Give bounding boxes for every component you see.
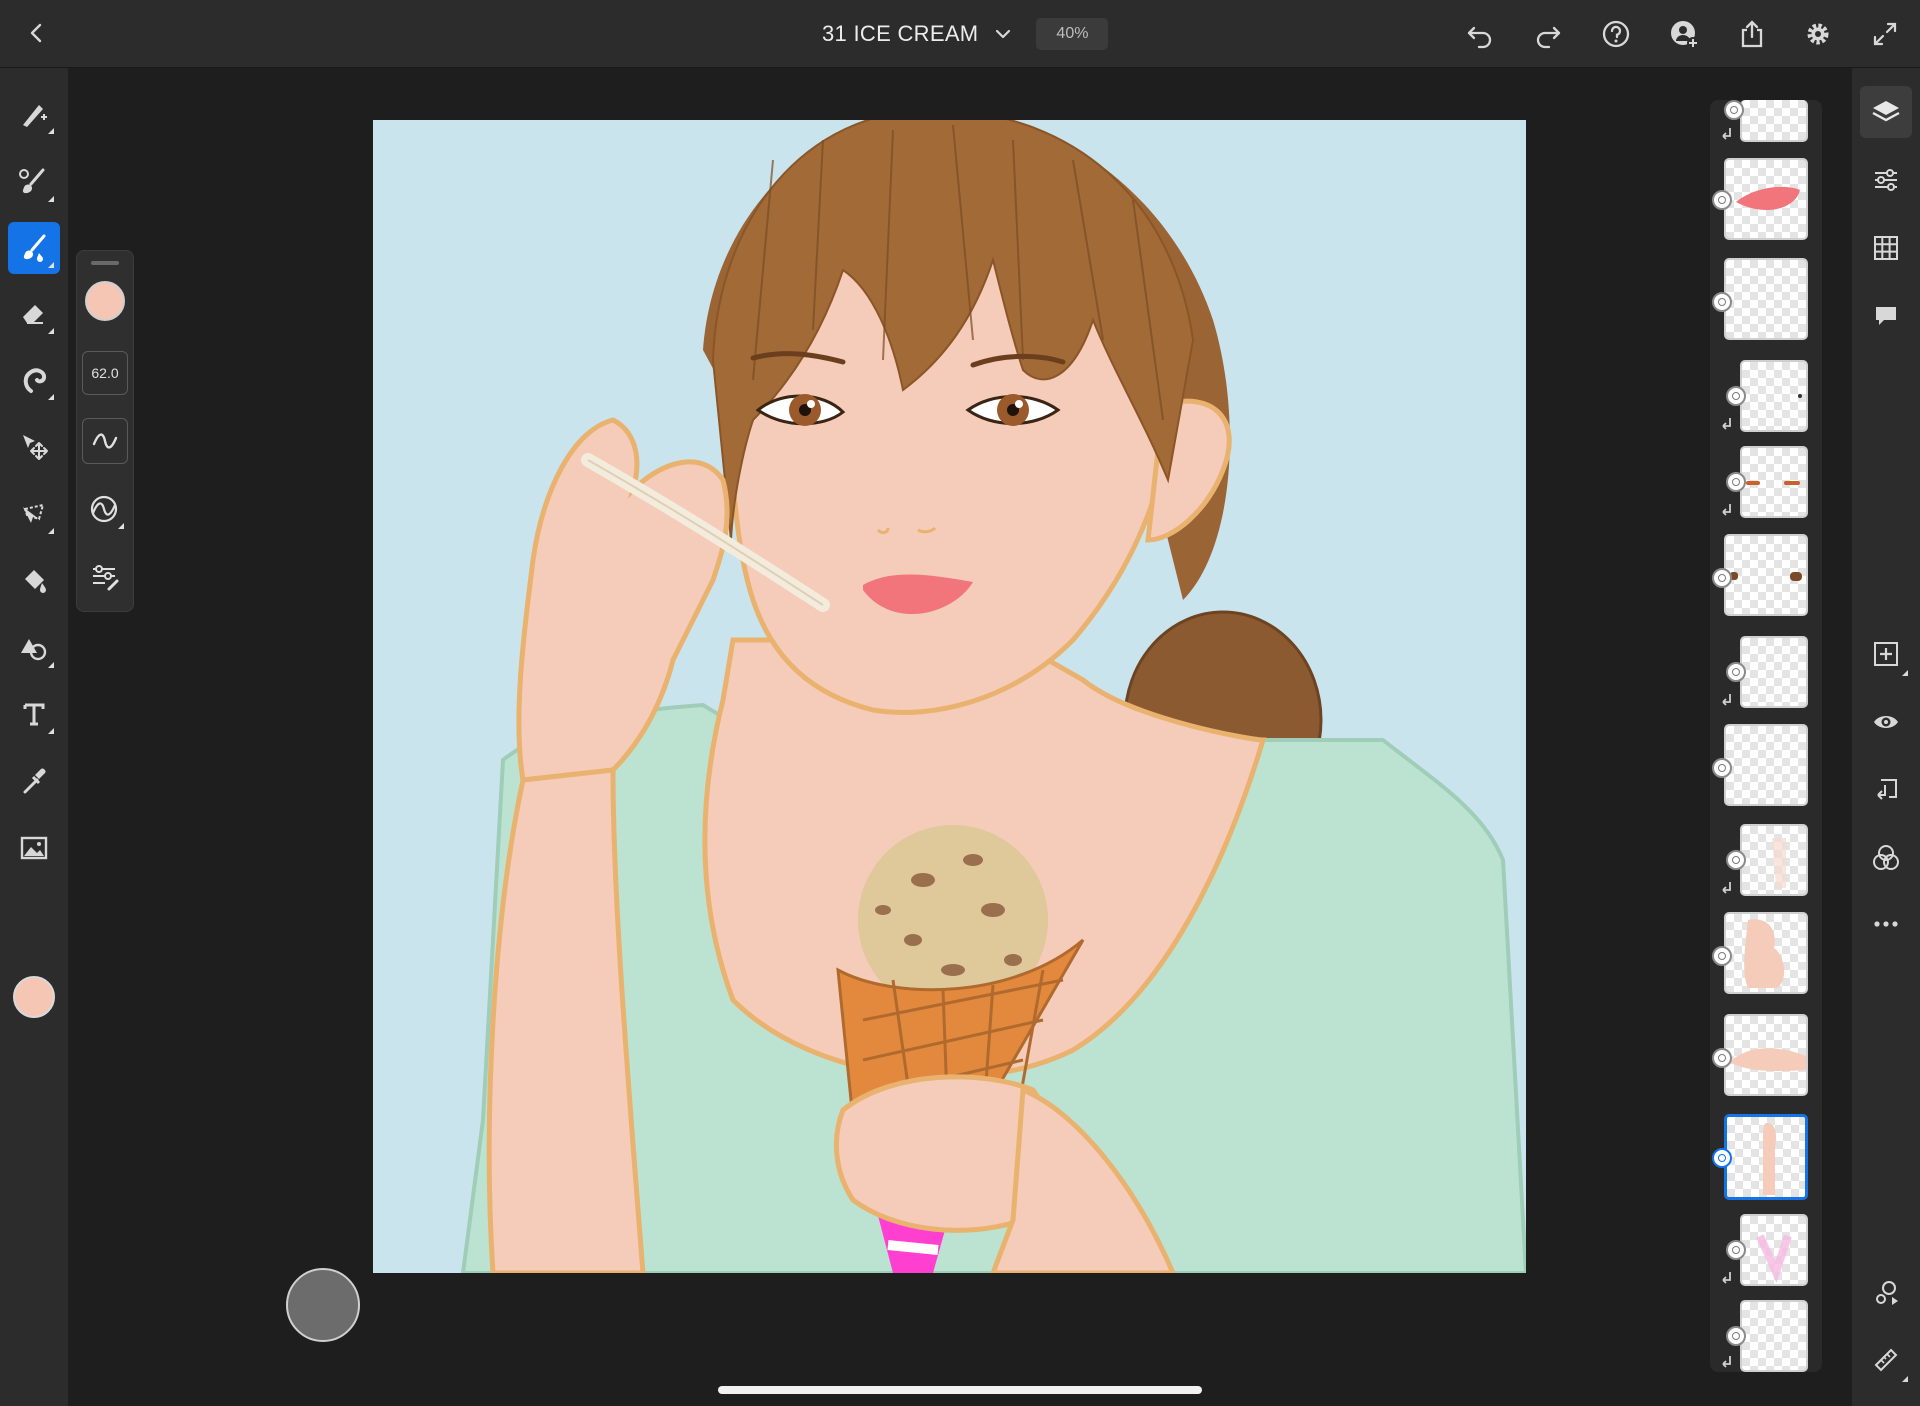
layer-thumbnail[interactable] (1724, 1014, 1808, 1096)
back-chevron-icon[interactable] (22, 18, 52, 48)
pixel-brush-icon[interactable] (8, 156, 60, 208)
layer-visibility-icon[interactable] (1712, 758, 1732, 778)
layer-thumbnail[interactable] (1740, 100, 1808, 142)
eraser-icon[interactable] (8, 288, 60, 340)
merge-down-icon[interactable] (1860, 764, 1912, 816)
brush-smoothing-icon[interactable] (82, 418, 128, 464)
clipping-mask-icon (1722, 694, 1731, 706)
live-brush-icon[interactable] (8, 222, 60, 274)
eyedropper-icon[interactable] (8, 756, 60, 808)
layer-thumbnail[interactable] (1740, 446, 1808, 518)
layer-thumbnail[interactable] (1740, 1300, 1808, 1372)
layer-thumbnail[interactable] (1740, 636, 1808, 708)
layer-thumbnail[interactable] (1740, 360, 1808, 432)
layer-visibility-icon[interactable] (1726, 1240, 1746, 1260)
invite-user-icon[interactable] (1667, 17, 1701, 51)
brush-settings-sliders-icon[interactable] (82, 554, 126, 598)
document-title-area: 31 ICE CREAM 40% (822, 14, 1109, 54)
layer-thumbnail[interactable] (1724, 724, 1808, 806)
layer-visibility-icon[interactable] (1726, 662, 1746, 682)
layer-thumbnail[interactable] (1740, 824, 1808, 896)
layer-visibility-icon[interactable] (1712, 190, 1732, 210)
layer-thumbnail[interactable] (1724, 258, 1808, 340)
ruler-icon[interactable] (1860, 1334, 1912, 1386)
document-title[interactable]: 31 ICE CREAM (822, 21, 978, 47)
brush-size-field[interactable]: 62.0 (82, 351, 128, 395)
undo-icon[interactable] (1463, 17, 1497, 51)
brush-color-swatch[interactable] (85, 281, 125, 321)
left-toolbar (0, 68, 68, 1406)
fullscreen-icon[interactable] (1868, 17, 1902, 51)
redo-icon[interactable] (1531, 17, 1565, 51)
move-icon[interactable] (8, 420, 60, 472)
smudge-icon[interactable] (8, 354, 60, 406)
zoom-level[interactable]: 40% (1036, 18, 1109, 50)
chevron-down-icon[interactable] (992, 23, 1014, 45)
comments-icon[interactable] (1860, 290, 1912, 342)
layers-icon[interactable] (1860, 86, 1912, 138)
top-bar: 31 ICE CREAM 40% (0, 0, 1920, 68)
fill-icon[interactable] (8, 554, 60, 606)
lasso-icon[interactable] (8, 488, 60, 540)
layer-thumbnail[interactable] (1724, 912, 1808, 994)
clipping-mask-icon (1722, 1356, 1731, 1368)
layer-visibility-icon[interactable] (1712, 1048, 1732, 1068)
clipping-mask-icon (1722, 504, 1731, 516)
share-icon[interactable] (1735, 17, 1769, 51)
blend-modes-icon[interactable] (1860, 832, 1912, 884)
grid-icon[interactable] (1860, 222, 1912, 274)
layer-thumbnail[interactable] (1724, 534, 1808, 616)
layer-visibility-icon[interactable] (1726, 472, 1746, 492)
layer-visibility-icon[interactable] (1712, 292, 1732, 312)
adjustments-icon[interactable] (1860, 154, 1912, 206)
more-options-icon[interactable] (1860, 898, 1912, 950)
add-layer-icon[interactable] (1860, 628, 1912, 680)
layer-thumbnail-selected[interactable] (1724, 1114, 1808, 1200)
quick-actions-icon[interactable] (8, 88, 60, 140)
character-animate-icon[interactable] (1860, 1266, 1912, 1318)
visibility-eye-icon[interactable] (1860, 696, 1912, 748)
drawing-canvas[interactable] (373, 120, 1526, 1273)
layer-visibility-icon[interactable] (1726, 1326, 1746, 1346)
illustration-artwork (460, 120, 1526, 1273)
image-icon[interactable] (8, 822, 60, 874)
text-icon[interactable] (8, 688, 60, 740)
layer-visibility-icon[interactable] (1712, 1148, 1732, 1168)
touch-modifier-button[interactable] (286, 1268, 360, 1342)
layer-thumbnail[interactable] (1724, 158, 1808, 240)
home-indicator (718, 1386, 1202, 1394)
shape-icon[interactable] (8, 622, 60, 674)
primary-color-swatch[interactable] (13, 976, 55, 1018)
layer-visibility-icon[interactable] (1712, 946, 1732, 966)
layer-visibility-icon[interactable] (1724, 100, 1744, 120)
help-icon[interactable] (1599, 17, 1633, 51)
layers-panel (1710, 100, 1822, 1372)
panel-drag-handle[interactable] (91, 261, 119, 265)
layer-thumbnail[interactable] (1740, 1214, 1808, 1286)
brush-dynamics-icon[interactable] (82, 487, 126, 531)
clipping-mask-icon (1722, 882, 1731, 894)
brush-settings-panel: 62.0 (76, 250, 134, 612)
layer-visibility-icon[interactable] (1726, 386, 1746, 406)
layer-visibility-icon[interactable] (1712, 568, 1732, 588)
settings-gear-icon[interactable] (1801, 17, 1835, 51)
clipping-mask-icon (1722, 418, 1731, 430)
right-toolbar (1852, 68, 1920, 1406)
clipping-mask-icon (1722, 1272, 1731, 1284)
layer-visibility-icon[interactable] (1726, 850, 1746, 870)
clipping-mask-icon (1722, 128, 1731, 140)
